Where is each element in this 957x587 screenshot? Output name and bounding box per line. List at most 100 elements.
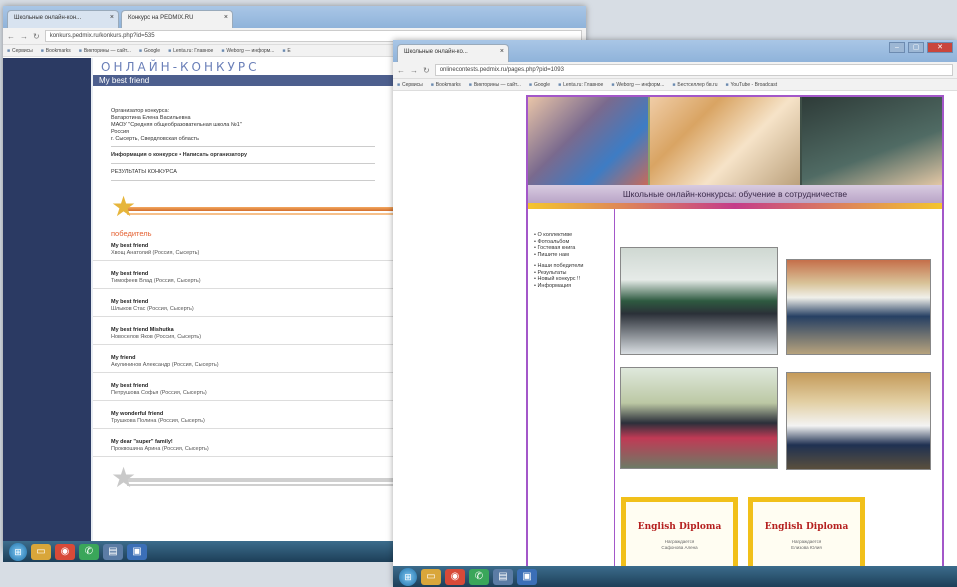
tab-school-contests[interactable]: Школьные онлайн-ко... ×: [397, 44, 509, 62]
organizer-line: Россия: [111, 129, 130, 135]
bookmark-item[interactable]: Е: [282, 48, 290, 54]
banner-caption: Школьные онлайн-конкурсы: обучение в сот…: [528, 185, 942, 203]
back-icon[interactable]: ←: [397, 66, 405, 75]
bookmark-item[interactable]: Викторины — сайт...: [469, 82, 521, 88]
bookmark-item[interactable]: Bookmarks: [431, 82, 461, 88]
forward-icon[interactable]: →: [410, 66, 418, 75]
chrome-icon[interactable]: ◉: [55, 543, 75, 560]
entry-title[interactable]: My best friend: [111, 243, 375, 250]
close-tab-icon[interactable]: ×: [110, 14, 114, 21]
entry-title[interactable]: My best friend Mishutka: [111, 327, 375, 334]
class-photo[interactable]: [620, 247, 778, 355]
list-item[interactable]: My friend Акулининов Александр (Россия, …: [93, 352, 393, 373]
banner-photo: [802, 97, 942, 185]
list-item[interactable]: My best friend Петрушова Софья (Россия, …: [93, 380, 393, 401]
close-tab-icon[interactable]: ×: [500, 48, 504, 55]
organizer-line: Организатор конкурса:: [111, 108, 170, 114]
list-item[interactable]: My wonderful friend Трушкова Полина (Рос…: [93, 408, 393, 429]
minimize-icon[interactable]: –: [889, 42, 905, 53]
bookmark-item[interactable]: YouTube - Broadcast: [725, 82, 778, 88]
entry-title[interactable]: My dear "super" family!: [111, 439, 375, 446]
contest-page: ОНЛАЙН-КОНКУРС My best friend Организато…: [93, 58, 409, 551]
maximize-icon[interactable]: ▢: [908, 42, 924, 53]
banner-photo: [528, 97, 648, 185]
divider: [111, 163, 375, 164]
whatsapp-icon[interactable]: ✆: [79, 543, 99, 560]
bookmark-item[interactable]: Google: [529, 82, 550, 88]
entry-title[interactable]: My friend: [111, 355, 375, 362]
divider: [111, 146, 375, 147]
entry-author: Новоселов Яков (Россия, Сысерть): [111, 334, 202, 340]
side-menu: О коллективе Фотоальбом Гостевая книга П…: [534, 232, 612, 289]
bookmark-item[interactable]: Lenta.ru: Главное: [558, 82, 603, 88]
results-label: РЕЗУЛЬТАТЫ КОНКУРСА: [111, 169, 177, 175]
reload-icon[interactable]: ↻: [33, 32, 40, 41]
address-bar: ← → ↻ onlinecontests.pedmix.ru/pages.php…: [393, 62, 957, 79]
bookmark-item[interactable]: Weborg — информ...: [221, 48, 274, 54]
bookmark-item[interactable]: Google: [139, 48, 160, 54]
tab-label: Школьные онлайн-кон...: [14, 15, 82, 21]
url-input[interactable]: onlinecontests.pedmix.ru/pages.php?pid=1…: [434, 64, 953, 76]
entry-title[interactable]: My wonderful friend: [111, 411, 375, 418]
bookmark-item[interactable]: Bookmarks: [41, 48, 71, 54]
folder-icon[interactable]: ▭: [31, 543, 51, 560]
decor-bar: [127, 207, 409, 211]
diploma-subtitle: Награждается Сафонова Алена: [661, 539, 698, 550]
document-icon[interactable]: ▤: [493, 568, 513, 585]
entry-author: Петрушова Софья (Россия, Сысерть): [111, 390, 207, 396]
contest-info-link[interactable]: Информация о конкурсе • Написать организ…: [93, 150, 393, 160]
bookmark-item[interactable]: Lenta.ru: Главное: [168, 48, 213, 54]
close-tab-icon[interactable]: ×: [224, 14, 228, 21]
bookmark-item[interactable]: Сервисы: [7, 48, 33, 54]
entry-title[interactable]: My best friend: [111, 383, 375, 390]
bookmark-item[interactable]: Бестселлер бв.ru: [672, 82, 717, 88]
list-item[interactable]: My best friend Хвощ Анатолий (Россия, Сы…: [93, 240, 393, 261]
organizer-line: МАОУ "Средняя общеобразовательная школа …: [111, 122, 242, 128]
chrome-icon[interactable]: ◉: [445, 568, 465, 585]
decor-bar: [127, 484, 409, 486]
back-icon[interactable]: ←: [7, 32, 15, 41]
site-frame: Школьные онлайн-конкурсы: обучение в сот…: [526, 95, 944, 586]
app-icon[interactable]: ▣: [517, 568, 537, 585]
app-icon[interactable]: ▣: [127, 543, 147, 560]
bookmark-item[interactable]: Weborg — информ...: [611, 82, 664, 88]
star-divider: ★: [107, 462, 409, 494]
tab-label: Школьные онлайн-ко...: [404, 49, 468, 55]
entry-author: Проквошина Арина (Россия, Сысерть): [111, 446, 209, 452]
star-icon: ★: [111, 191, 137, 222]
bookmarks-bar: Сервисы Bookmarks Викторины — сайт... Go…: [393, 79, 957, 91]
class-photo[interactable]: [786, 372, 931, 470]
windows-start-icon[interactable]: ⊞: [9, 542, 27, 561]
left-sidebar: [3, 58, 91, 551]
windows-start-icon[interactable]: ⊞: [399, 567, 417, 586]
organizer-line: Ватаротина Елена Васильевна: [111, 115, 191, 121]
folder-icon[interactable]: ▭: [421, 568, 441, 585]
entry-title[interactable]: My best friend: [111, 271, 375, 278]
tab-bar: Школьные онлайн-кон... × Конкурс на PEDM…: [3, 6, 586, 28]
site-banner: Школьные онлайн-конкурсы: обучение в сот…: [528, 97, 942, 209]
divider: [111, 180, 375, 181]
star-icon: ★: [111, 462, 137, 493]
list-item[interactable]: My best friend Тимофеев Влад (Россия, Сы…: [93, 268, 393, 289]
bookmark-item[interactable]: Сервисы: [397, 82, 423, 88]
site-logo[interactable]: ОНЛАЙН-КОНКУРС: [93, 58, 393, 75]
class-photo[interactable]: [620, 367, 778, 469]
reload-icon[interactable]: ↻: [423, 66, 430, 75]
entry-title[interactable]: My best friend: [111, 299, 375, 306]
close-window-icon[interactable]: ✕: [927, 42, 953, 53]
class-photo[interactable]: [786, 259, 931, 355]
whatsapp-icon[interactable]: ✆: [469, 568, 489, 585]
list-item[interactable]: My best friend Шлыков Стас (Россия, Сысе…: [93, 296, 393, 317]
forward-icon[interactable]: →: [20, 32, 28, 41]
list-item[interactable]: My best friend Mishutka Новоселов Яков (…: [93, 324, 393, 345]
tab-school-contests[interactable]: Школьные онлайн-кон... ×: [7, 10, 119, 28]
tab-label: Конкурс на PEDMIX.RU: [128, 15, 194, 21]
tab-konkurs[interactable]: Конкурс на PEDMIX.RU ×: [121, 10, 233, 28]
menu-item[interactable]: Информация: [534, 283, 612, 290]
window-controls: – ▢ ✕: [889, 42, 953, 53]
document-icon[interactable]: ▤: [103, 543, 123, 560]
list-item[interactable]: My dear "super" family! Проквошина Арина…: [93, 436, 393, 457]
bookmark-item[interactable]: Викторины — сайт...: [79, 48, 131, 54]
entry-author: Акулининов Александр (Россия, Сысерть): [111, 362, 219, 368]
diploma-subtitle: Награждается Елизова Юлия: [791, 539, 822, 550]
